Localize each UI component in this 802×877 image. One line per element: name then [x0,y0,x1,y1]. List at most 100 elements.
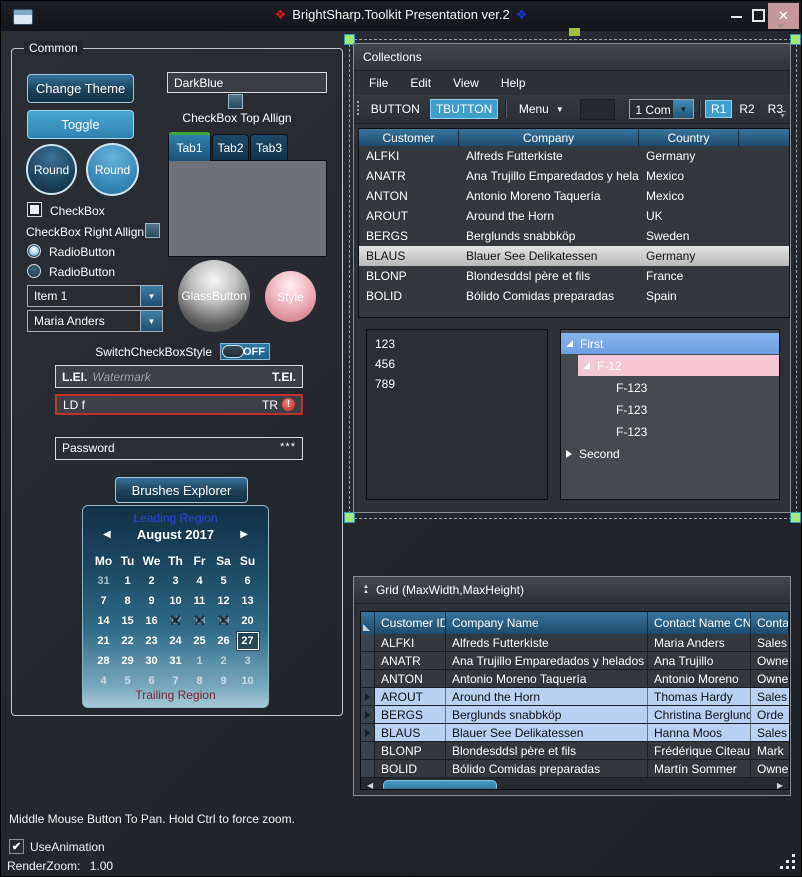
resize-grip[interactable] [780,854,796,870]
item-combobox[interactable]: Item 1 ▼ [27,285,163,307]
resize-handle-bottom-right[interactable] [790,512,801,523]
round-button-dark[interactable]: Round [26,144,77,195]
column-header-customer-id[interactable]: Customer ID [375,612,446,634]
toolbar-combobox[interactable]: 1 Com ▼ [629,99,694,119]
toolbar-menu-button[interactable]: Menu ▼ [511,102,572,116]
calendar-date[interactable]: 3 [164,571,188,591]
use-animation-checkbox[interactable]: ✔ [9,839,24,854]
calendar-date[interactable]: 6 [236,571,260,591]
row-header[interactable] [361,760,375,777]
scrollbar-thumb[interactable] [383,780,497,790]
chevron-down-icon[interactable]: ▼ [140,286,162,306]
menu-item-file[interactable]: File [358,76,399,90]
calendar-date[interactable]: 17 [164,611,188,631]
calendar-date[interactable]: 1 [188,651,212,671]
calendar-date[interactable]: 16 [140,611,164,631]
row-header[interactable] [361,706,375,723]
minimize-icon[interactable] [731,16,742,18]
tab-tab1[interactable]: Tab1 [168,132,211,161]
tree-item-first[interactable]: First [561,333,779,354]
calendar-date[interactable]: 1 [116,571,140,591]
grid-window-title-bar[interactable]: ▲▲ Grid (MaxWidth,MaxHeight) [354,577,790,604]
checkbox-right-align[interactable] [145,223,160,238]
glass-button[interactable]: GlassButton [178,260,250,332]
toolbar-radio-r2[interactable]: R2 [733,100,760,118]
calendar-date[interactable]: 15 [116,611,140,631]
calendar-date[interactable]: 18 [188,611,212,631]
tree-item-second[interactable]: Second [561,443,779,464]
row-header[interactable] [361,634,375,651]
darkblue-textbox[interactable]: DarkBlue [167,72,327,93]
toggle-button[interactable]: Toggle [27,110,134,139]
collapse-pin-icon[interactable]: ▲▲ [363,585,369,595]
change-theme-button[interactable]: Change Theme [27,74,134,103]
menu-item-view[interactable]: View [442,76,490,90]
expander-open-icon[interactable] [566,340,573,347]
style-button[interactable]: Style [265,271,316,322]
table-row[interactable]: ALFKIAlfreds FutterkisteMaria AndersSale… [361,634,789,652]
menu-item-edit[interactable]: Edit [399,76,442,90]
table-row[interactable]: BLONPBlondesddsl père et filsFrance [359,266,789,286]
horizontal-scrollbar[interactable]: ◀ ▶ [361,778,789,790]
calendar-date[interactable]: 25 [188,631,212,651]
round-button-light[interactable]: Round [86,143,139,196]
toolbar-button[interactable]: BUTTON [363,102,428,116]
column-header-company[interactable]: Company [459,129,639,146]
calendar-date[interactable]: 7 [92,591,116,611]
table-row[interactable]: BLAUSBlauer See DelikatessenHanna MoosSa… [361,724,789,742]
row-header[interactable] [361,670,375,687]
table-row[interactable]: ANTONAntonio Moreno TaqueríaAntonio More… [361,670,789,688]
calendar-date[interactable]: 28 [92,651,116,671]
toolbar-toggle-button[interactable]: TBUTTON [430,99,498,119]
row-header[interactable] [361,688,375,705]
expander-closed-icon[interactable] [566,450,572,458]
calendar-date[interactable]: 12 [212,591,236,611]
calendar-date[interactable]: 8 [116,591,140,611]
brushes-explorer-button[interactable]: Brushes Explorer [115,477,248,503]
tree-item-f-123[interactable]: F-123 [598,377,779,398]
calendar-date[interactable]: 2 [140,571,164,591]
table-row[interactable]: ANTONAntonio Moreno TaqueríaMexico [359,186,789,206]
maximize-icon[interactable] [752,9,765,22]
password-field[interactable]: Password *** [55,437,303,460]
table-row[interactable]: BOLIDBólido Comidas preparadasSpain [359,286,789,306]
checkbox-top-align[interactable] [228,94,243,109]
calendar-date[interactable]: 31 [92,571,116,591]
select-all-corner[interactable] [361,612,375,634]
column-header-country[interactable]: Country [639,129,739,146]
table-row[interactable]: BOLIDBólido Comidas preparadasMartín Som… [361,760,789,778]
calendar-prev-icon[interactable]: ◀ [103,529,111,540]
resize-handle-top-right[interactable] [790,34,801,45]
customer-combobox[interactable]: Maria Anders ▼ [27,310,163,332]
radio-button-1[interactable] [27,244,41,258]
calendar-date[interactable]: 11 [188,591,212,611]
tree-item-f-123[interactable]: F-123 [598,399,779,420]
row-header[interactable] [361,724,375,741]
calendar-date[interactable]: 3 [236,651,260,671]
table-row[interactable]: AROUTAround the HornUK [359,206,789,226]
row-header[interactable] [361,742,375,759]
tab-tab2[interactable]: Tab2 [212,134,249,161]
switch-checkbox[interactable]: OFF [220,343,270,360]
calendar-date[interactable]: 10 [164,591,188,611]
calendar-date[interactable]: 24 [164,631,188,651]
calendar-date[interactable]: 30 [140,651,164,671]
title-bar[interactable]: ❖BrightSharp.Toolkit Presentation ver.2❖… [1,1,801,31]
error-textbox[interactable]: LD f TR ! [55,394,303,415]
expander-open-icon[interactable] [583,362,590,369]
calendar-date[interactable]: 22 [116,631,140,651]
column-header-conta[interactable]: Conta [751,612,789,634]
calendar-date[interactable]: 23 [140,631,164,651]
list-item[interactable]: 123 [367,334,547,354]
calendar-date[interactable]: 5 [212,571,236,591]
switch-knob[interactable] [222,345,244,358]
radio-button-2[interactable] [27,264,41,278]
calendar-date[interactable]: 9 [140,591,164,611]
column-header-customer[interactable]: Customer [359,129,459,146]
tree-item-f-123[interactable]: F-123 [598,421,779,442]
table-row[interactable]: BERGSBerglunds snabbköpChristina Berglun… [361,706,789,724]
table-row[interactable]: BERGSBerglunds snabbköpSweden [359,226,789,246]
calendar-date[interactable]: 13 [236,591,260,611]
calendar-date[interactable]: 31 [164,651,188,671]
tree-item-f-12[interactable]: F-12 [578,355,779,376]
